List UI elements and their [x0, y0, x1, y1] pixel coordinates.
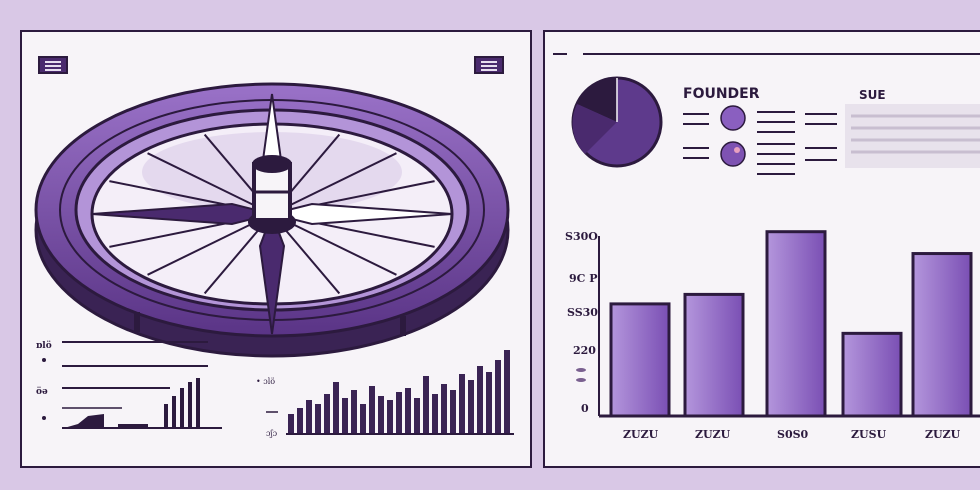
spark-bar [297, 408, 303, 434]
svg-text:ɒlö: ɒlö [36, 340, 52, 351]
spark-bar [378, 396, 384, 434]
spark-bar [333, 382, 339, 434]
x-axis-label: S0S0 [777, 428, 809, 441]
spark-bar [387, 400, 393, 434]
bar-chart [598, 230, 980, 418]
x-axis-label: ZUZU [695, 428, 731, 441]
bar [841, 331, 903, 418]
spark-bar [414, 398, 420, 434]
spark-bar [468, 380, 474, 434]
spark-bar [441, 384, 447, 434]
compass-wheel-illustration [34, 82, 510, 358]
bar [911, 252, 973, 418]
spark-bar [306, 400, 312, 434]
mini-chart-widgets: ɒlö öə • ɔlö ɔʃɔ [36, 340, 514, 438]
spark-bar [459, 374, 465, 434]
spark-bar [495, 360, 501, 434]
bar [683, 292, 745, 418]
bar [765, 230, 827, 418]
sue-heading: SUE [859, 88, 886, 102]
spark-bar [342, 398, 348, 434]
x-axis-label: ZUZU [623, 428, 659, 441]
svg-text:öə: öə [36, 386, 48, 397]
x-axis-label: ZUSU [851, 428, 887, 441]
legend-list [683, 104, 980, 175]
spark-bar [360, 404, 366, 434]
spark-bar [396, 392, 402, 434]
spark-bar [315, 404, 321, 434]
spark-bar [432, 394, 438, 434]
bar [609, 302, 671, 418]
x-axis-label: ZUZU [925, 428, 961, 441]
spark-bar [450, 390, 456, 434]
spark-bar [288, 414, 294, 434]
spark-bar [423, 376, 429, 434]
top-rule [553, 53, 980, 55]
compass-illustration-panel: ɒlö öə • ɔlö ɔʃɔ [20, 30, 532, 468]
spark-bar [324, 394, 330, 434]
spark-bar [351, 390, 357, 434]
spark-bar [369, 386, 375, 434]
spark-bar [405, 388, 411, 434]
spark-bar [504, 350, 510, 434]
spark-bar [477, 366, 483, 434]
svg-text:• ɔlö: • ɔlö [256, 377, 275, 386]
founder-heading: FOUNDER [683, 86, 760, 102]
dashboard-panel: FOUNDER SUE S30O 9C P SS30 220 0 ZUZU ZU… [543, 30, 980, 468]
svg-text:ɔʃɔ: ɔʃɔ [266, 429, 278, 438]
spark-bar [486, 372, 492, 434]
